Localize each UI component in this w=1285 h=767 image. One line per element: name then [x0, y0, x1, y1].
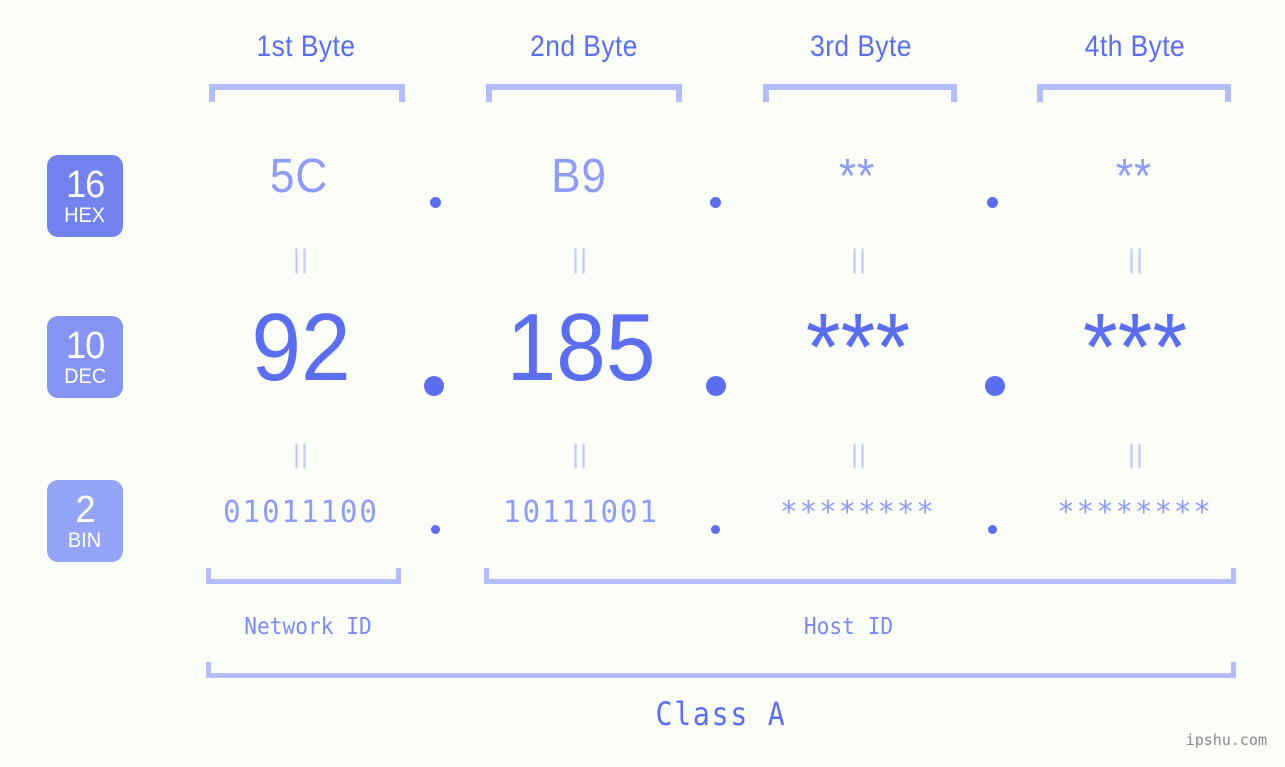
bin-byte-3: ********	[780, 495, 936, 530]
equals-mark-upper-4: ||	[1127, 244, 1145, 274]
byte-top-bracket-3	[763, 84, 957, 102]
base-badge-dec-name: DEC	[63, 365, 107, 388]
dec-byte-1: 92	[251, 294, 351, 401]
base-badge-bin: 2 BIN	[47, 480, 123, 562]
host-id-label: Host ID	[803, 614, 894, 640]
equals-mark-upper-1: ||	[292, 244, 310, 274]
bin-separator-dot-3	[988, 525, 997, 534]
equals-mark-upper-2: ||	[571, 244, 589, 274]
equals-mark-upper-3: ||	[850, 244, 868, 274]
hex-byte-4: **	[1115, 150, 1153, 203]
network-id-bracket	[206, 568, 401, 584]
dec-byte-3: ***	[805, 294, 911, 401]
class-bracket	[206, 662, 1236, 678]
byte-header-3: 3rd Byte	[810, 30, 912, 63]
bin-byte-2: 10111001	[503, 495, 659, 530]
hex-separator-dot-3	[987, 197, 998, 208]
dec-separator-dot-1	[424, 376, 444, 396]
equals-mark-lower-4: ||	[1127, 439, 1145, 469]
equals-mark-lower-3: ||	[850, 439, 868, 469]
base-badge-dec: 10 DEC	[47, 316, 123, 398]
base-badge-hex: 16 HEX	[47, 155, 123, 237]
byte-top-bracket-2	[486, 84, 682, 102]
site-watermark: ipshu.com	[1185, 731, 1267, 749]
bin-byte-4: ********	[1057, 495, 1213, 530]
base-badge-bin-number: 2	[75, 489, 95, 531]
byte-top-bracket-1	[209, 84, 405, 102]
byte-top-bracket-4	[1037, 84, 1231, 102]
hex-separator-dot-1	[430, 197, 441, 208]
dec-byte-4: ***	[1082, 294, 1188, 401]
ip-byte-breakdown-diagram: 1st Byte 2nd Byte 3rd Byte 4th Byte 16 H…	[0, 0, 1285, 767]
hex-byte-3: **	[838, 150, 876, 203]
byte-header-4: 4th Byte	[1084, 30, 1186, 63]
bin-byte-1: 01011100	[223, 495, 379, 530]
base-badge-hex-name: HEX	[64, 204, 106, 227]
bin-separator-dot-2	[711, 525, 720, 534]
dec-separator-dot-2	[706, 376, 726, 396]
base-badge-hex-number: 16	[65, 164, 105, 206]
equals-mark-lower-2: ||	[571, 439, 589, 469]
class-label: Class A	[655, 695, 787, 733]
hex-byte-1: 5C	[269, 150, 329, 203]
bin-separator-dot-1	[431, 525, 440, 534]
hex-separator-dot-2	[710, 197, 721, 208]
network-id-label: Network ID	[244, 614, 372, 640]
base-badge-bin-name: BIN	[68, 529, 102, 552]
hex-byte-2: B9	[551, 150, 607, 203]
host-id-bracket	[484, 568, 1236, 584]
equals-mark-lower-1: ||	[292, 439, 310, 469]
dec-byte-2: 185	[506, 294, 656, 401]
byte-header-1: 1st Byte	[256, 30, 356, 63]
byte-header-2: 2nd Byte	[530, 30, 638, 63]
dec-separator-dot-3	[985, 376, 1005, 396]
base-badge-dec-number: 10	[65, 325, 105, 367]
